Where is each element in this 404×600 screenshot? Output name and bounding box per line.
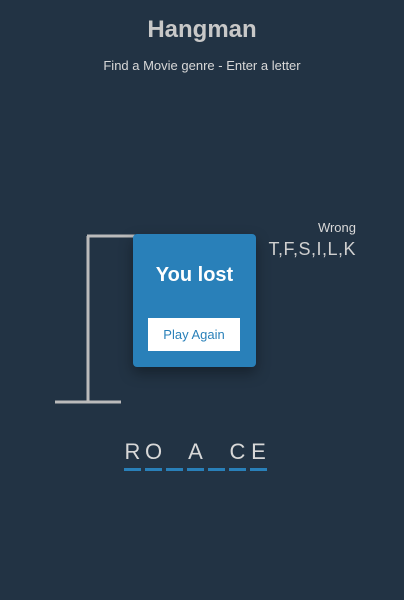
word-display: ROACE [124,438,267,471]
letter-slot: C [229,438,246,471]
letter-slot: A [187,438,204,471]
wrong-letters-panel: Wrong T,F,S,I,L,K [268,220,356,260]
game-result-message: You lost [155,264,234,286]
wrong-label: Wrong [317,220,356,235]
hangman-game: Hangman Find a Movie genre - Enter a let… [0,0,404,600]
letter-slot: R [124,438,141,471]
play-again-button[interactable]: Play Again [148,318,240,351]
letter-slot: O [145,438,162,471]
wrong-letters-list: T,F,S,I,L,K [268,239,356,259]
letter-slot [166,438,183,471]
letter-slot [208,438,225,471]
game-over-popup: You lost Play Again [133,234,256,367]
letter-slot: E [250,438,267,471]
